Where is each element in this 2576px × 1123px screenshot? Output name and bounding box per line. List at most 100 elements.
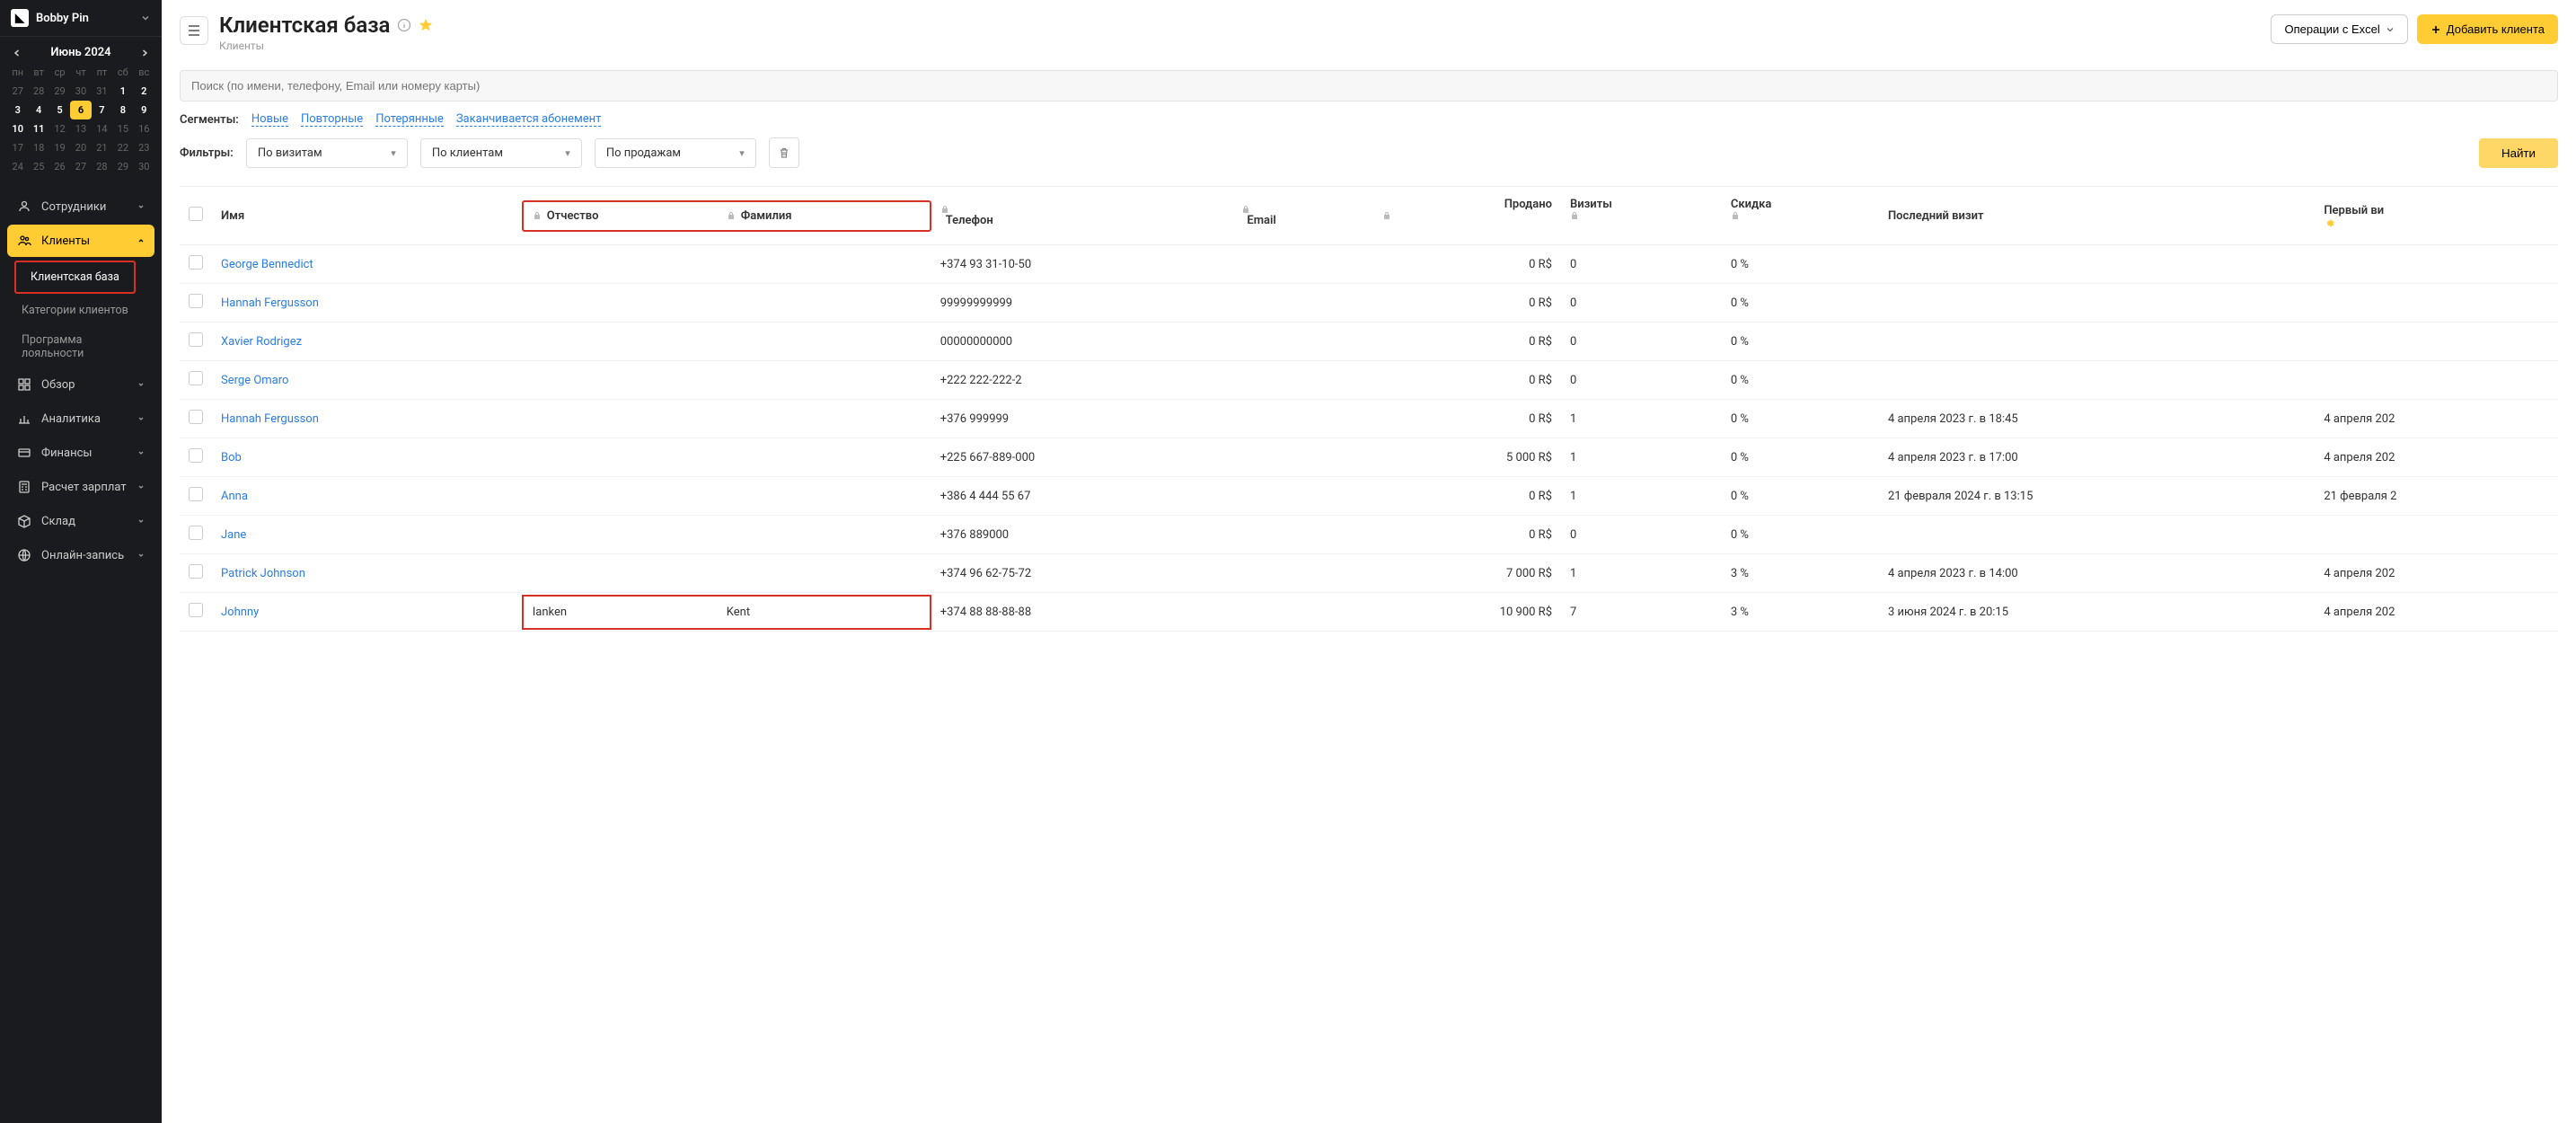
calendar-prev-button[interactable] [13,49,22,57]
calendar-day[interactable]: 12 [49,119,70,138]
client-name-link[interactable]: Hannah Fergusson [221,412,319,426]
sidebar-item-finance[interactable]: Финансы [7,437,154,469]
row-checkbox[interactable] [189,332,203,347]
calendar-day[interactable]: 31 [92,82,112,101]
client-name-link[interactable]: Anna [221,490,248,503]
calendar-day[interactable]: 19 [49,138,70,157]
filter-visits-select[interactable]: По визитам▾ [246,138,408,168]
client-name-link[interactable]: Hannah Fergusson [221,296,319,310]
calendar-day[interactable]: 29 [49,82,70,101]
row-checkbox[interactable] [189,564,203,579]
calendar-next-button[interactable] [140,49,149,57]
row-checkbox[interactable] [189,371,203,385]
calendar-day[interactable]: 28 [92,157,112,176]
calendar-day[interactable]: 3 [7,101,28,119]
row-checkbox[interactable] [189,526,203,540]
calendar-day[interactable]: 13 [70,119,91,138]
brand-selector[interactable]: ◣ Bobby Pin [0,0,162,37]
sidebar-item-staff[interactable]: Сотрудники [7,190,154,223]
calendar-day[interactable]: 10 [7,119,28,138]
sidebar-label: Склад [41,515,75,528]
calendar-day[interactable]: 27 [7,82,28,101]
calendar-day[interactable]: 15 [112,119,133,138]
filter-sales-select[interactable]: По продажам▾ [595,138,756,168]
sidebar-item-online[interactable]: Онлайн-запись [7,539,154,571]
row-checkbox[interactable] [189,487,203,501]
segment-link[interactable]: Заканчивается абонемент [456,112,602,127]
calendar-day[interactable]: 29 [112,157,133,176]
row-checkbox[interactable] [189,410,203,424]
calendar-day[interactable]: 16 [134,119,154,138]
client-name-link[interactable]: Xavier Rodrigez [221,335,302,349]
search-button[interactable]: Найти [2479,138,2558,168]
row-checkbox[interactable] [189,603,203,617]
filters-row: Фильтры: По визитам▾ По клиентам▾ По про… [162,137,2576,168]
select-all-checkbox[interactable] [189,207,203,221]
client-name-link[interactable]: Patrick Johnson [221,567,305,580]
cell-patronymic [522,400,727,438]
add-client-button[interactable]: Добавить клиента [2417,14,2558,44]
cell-phone: +222 222-222-2 [931,361,1233,400]
calculator-icon [16,480,32,494]
calendar-day[interactable]: 26 [49,157,70,176]
client-name-link[interactable]: George Bennedict [221,258,313,271]
cell-sold: 0 R$ [1373,477,1561,516]
cell-visits: 1 [1561,554,1722,593]
calendar-day[interactable]: 7 [92,101,112,119]
sidebar-item-overview[interactable]: Обзор [7,368,154,401]
segment-link[interactable]: Повторные [301,112,363,127]
client-name-link[interactable]: Jane [221,528,246,542]
calendar-day[interactable]: 24 [7,157,28,176]
calendar-day[interactable]: 25 [28,157,49,176]
row-checkbox[interactable] [189,448,203,463]
calendar-day[interactable]: 4 [28,101,49,119]
gear-icon[interactable] [2324,217,2549,228]
calendar-day[interactable]: 5 [49,101,70,119]
calendar-day[interactable]: 14 [92,119,112,138]
sidebar-subitem-client-db[interactable]: Клиентская база [14,261,136,294]
calendar-day[interactable]: 30 [70,82,91,101]
card-icon [16,446,32,460]
cell-last-visit: 21 февраля 2024 г. в 13:15 [1879,477,2315,516]
sidebar-subitem-client-cats[interactable]: Категории клиентов [7,296,154,325]
client-name-link[interactable]: Bob [221,451,242,464]
sidebar-item-payroll[interactable]: Расчет зарплат [7,471,154,503]
calendar-grid: пнвтсрчтптсбвс27282930311234567891011121… [0,63,162,185]
calendar-day[interactable]: 8 [112,101,133,119]
clear-filters-button[interactable] [769,137,799,168]
sidebar-item-analytics[interactable]: Аналитика [7,402,154,435]
excel-operations-button[interactable]: Операции с Excel [2271,14,2407,44]
calendar-day[interactable]: 22 [112,138,133,157]
star-icon[interactable] [419,18,433,32]
calendar-day[interactable]: 18 [28,138,49,157]
col-last: Последний визит [1879,187,2315,245]
sidebar-subitem-loyalty[interactable]: Программа лояльности [7,325,154,368]
row-checkbox[interactable] [189,255,203,270]
sidebar-item-warehouse[interactable]: Склад [7,505,154,537]
client-name-link[interactable]: Johnny [221,606,259,619]
calendar-header: Июнь 2024 [0,37,162,63]
menu-toggle-button[interactable] [180,16,208,45]
calendar-day[interactable]: 17 [7,138,28,157]
calendar-day[interactable]: 2 [134,82,154,101]
segment-link[interactable]: Новые [251,112,288,127]
calendar-day[interactable]: 30 [134,157,154,176]
calendar-day[interactable]: 21 [92,138,112,157]
filter-clients-select[interactable]: По клиентам▾ [420,138,582,168]
cell-discount: 0 % [1722,361,1879,400]
search-input[interactable] [180,70,2558,102]
calendar-day[interactable]: 6 [70,101,91,119]
row-checkbox[interactable] [189,294,203,308]
calendar-day[interactable]: 23 [134,138,154,157]
calendar-day[interactable]: 9 [134,101,154,119]
segment-link[interactable]: Потерянные [375,112,444,127]
calendar-day[interactable]: 28 [28,82,49,101]
info-icon[interactable] [397,18,411,32]
chevron-down-icon [137,202,146,211]
calendar-day[interactable]: 20 [70,138,91,157]
sidebar-item-clients[interactable]: Клиенты [7,225,154,257]
client-name-link[interactable]: Serge Omaro [221,374,288,387]
calendar-day[interactable]: 27 [70,157,91,176]
calendar-day[interactable]: 1 [112,82,133,101]
calendar-day[interactable]: 11 [28,119,49,138]
